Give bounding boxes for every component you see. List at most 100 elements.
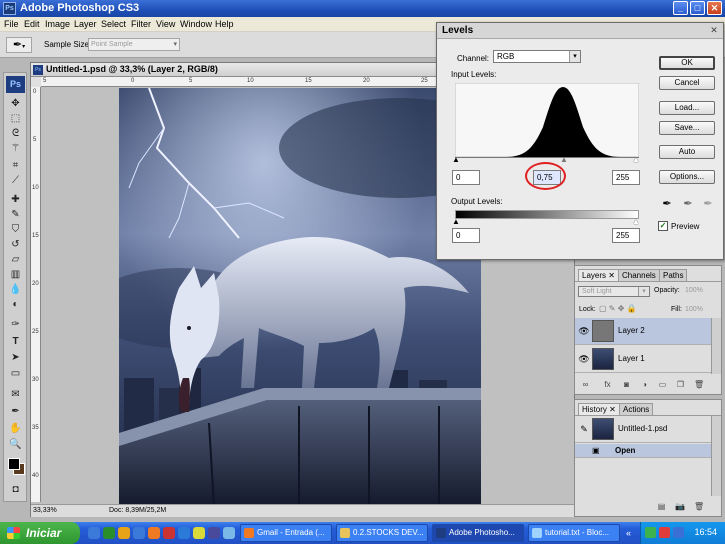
app-icon[interactable] [223,527,235,539]
load-button[interactable]: Load... [659,101,715,115]
adjustment-layer-icon[interactable]: ◑ [640,380,649,389]
eye-icon[interactable]: 👁 [578,354,590,364]
menu-edit[interactable]: Edit [24,19,40,29]
options-button[interactable]: Options... [659,170,715,184]
lock-icons[interactable]: ▢ ✎ ✥ 🔒 [599,304,637,313]
output-black-field[interactable]: 0 [452,228,480,243]
clone-stamp-icon[interactable]: ⛉ [8,223,23,236]
slice-icon[interactable]: ⟋ [8,174,23,187]
output-white-field[interactable]: 255 [612,228,640,243]
opacity-value[interactable]: 100% [685,287,703,294]
tab-history[interactable]: History ✕ [578,403,620,415]
path-select-icon[interactable]: ➤ [8,351,23,364]
tab-layers[interactable]: Layers ✕ [578,269,619,281]
eyedropper-icon[interactable]: ✒ [8,405,23,418]
input-gamma-slider-handle[interactable]: ▲ [560,156,568,164]
layer-style-icon[interactable]: fx [603,380,612,389]
tray-icon[interactable] [659,527,670,538]
output-black-slider-handle[interactable]: ▲ [452,218,460,226]
start-button[interactable]: Iniciar [0,522,80,544]
delete-state-icon[interactable]: 🗑 [694,502,704,511]
tray-icon[interactable] [673,527,684,538]
lasso-icon[interactable]: ᘓ [8,127,23,140]
type-icon[interactable]: T [8,335,23,348]
black-point-eyedropper-icon[interactable]: ✒ [661,197,673,211]
menu-layer[interactable]: Layer [74,19,97,29]
layer-row-2[interactable]: 👁 Layer 2 [575,318,711,345]
task-photoshop[interactable]: Adobe Photosho... [432,524,524,542]
input-black-field[interactable]: 0 [452,170,480,185]
tab-actions[interactable]: Actions [619,403,654,415]
marquee-icon[interactable]: ⬚ [8,112,23,125]
tool-preset-picker[interactable]: ✒▾ [6,37,32,53]
menu-image[interactable]: Image [45,19,70,29]
task-stocks-folder[interactable]: 0.2.STOCKS DEV... [336,524,428,542]
task-gmail[interactable]: Gmail - Entrada (... [240,524,332,542]
gray-point-eyedropper-icon[interactable]: ✒ [682,197,694,211]
new-snapshot-icon[interactable]: 📷 [675,502,685,511]
levels-title-bar[interactable]: Levels ✕ [437,23,723,39]
history-brush-icon[interactable]: ↺ [8,238,23,251]
messenger-icon[interactable] [133,527,145,539]
move-icon[interactable]: ✥ [8,97,23,110]
notes-icon[interactable]: ✉ [8,388,23,401]
magic-wand-icon[interactable]: ⚚ [8,142,23,155]
layers-scrollbar[interactable] [711,318,721,374]
white-point-eyedropper-icon[interactable]: ✒ [702,197,714,211]
vertical-ruler[interactable]: 0 5 10 15 20 25 30 35 40 [31,87,41,502]
app-icon[interactable] [193,527,205,539]
zoom-level[interactable]: 33,33% [33,507,57,514]
history-scrollbar[interactable] [711,416,721,496]
input-white-slider-handle[interactable]: ▲ [632,156,640,164]
dodge-icon[interactable]: ◐ [8,298,23,311]
folder-icon[interactable] [118,527,130,539]
tab-channels[interactable]: Channels [618,269,660,281]
blend-mode-select[interactable]: Soft Light ▾ [578,286,650,297]
blur-icon[interactable]: 💧 [8,283,23,296]
ruler-origin[interactable] [31,77,41,87]
ok-button[interactable]: OK [659,56,715,70]
new-document-from-state-icon[interactable]: ▤ [657,502,666,511]
menu-view[interactable]: View [156,19,175,29]
delete-layer-icon[interactable]: 🗑 [694,380,704,389]
tab-paths[interactable]: Paths [659,269,688,281]
shape-icon[interactable]: ▭ [8,367,23,380]
maximize-icon[interactable]: □ [690,1,705,15]
layer-row-1[interactable]: 👁 Layer 1 [575,346,711,373]
firefox-icon[interactable] [148,527,160,539]
menu-help[interactable]: Help [215,19,234,29]
fill-value[interactable]: 100% [685,306,703,313]
history-item-open[interactable]: ▣ Open [575,444,711,458]
channel-select[interactable]: RGB ▾ [493,50,581,63]
document-canvas[interactable] [119,88,481,506]
task-notepad[interactable]: tutorial.txt - Bloc... [528,524,620,542]
output-white-slider-handle[interactable]: ▲ [632,218,640,226]
gradient-icon[interactable]: ▥ [8,268,23,281]
input-black-slider-handle[interactable]: ▲ [452,156,460,164]
input-white-field[interactable]: 255 [612,170,640,185]
media-player-icon[interactable] [103,527,115,539]
app-icon[interactable] [163,527,175,539]
zoom-icon[interactable]: 🔍 [8,438,23,451]
pen-icon[interactable]: ✑ [8,318,23,331]
tray-icon[interactable] [645,527,656,538]
foreground-color-swatch[interactable] [8,458,20,470]
menu-select[interactable]: Select [101,19,126,29]
close-icon[interactable]: ✕ [707,1,722,15]
new-group-icon[interactable]: ▭ [658,380,667,389]
show-desktop-icon[interactable] [88,527,100,539]
menu-window[interactable]: Window [180,19,212,29]
menu-file[interactable]: File [4,19,19,29]
history-brush-source-icon[interactable]: ✎ [578,424,590,434]
crop-icon[interactable]: ⌗ [8,159,23,172]
close-icon[interactable]: ✕ [708,25,720,36]
history-snapshot[interactable]: ✎ Untitled-1.psd [575,416,711,443]
preview-checkbox[interactable]: ✓ [658,221,668,231]
chevron-left-icon[interactable]: « [626,528,631,538]
quick-mask-icon[interactable]: ◘ [8,483,23,496]
eye-icon[interactable]: 👁 [578,326,590,336]
app-icon[interactable] [178,527,190,539]
minimize-icon[interactable]: _ [673,1,688,15]
layer-mask-icon[interactable]: ◙ [622,380,631,389]
link-layers-icon[interactable]: ∞ [581,380,590,389]
